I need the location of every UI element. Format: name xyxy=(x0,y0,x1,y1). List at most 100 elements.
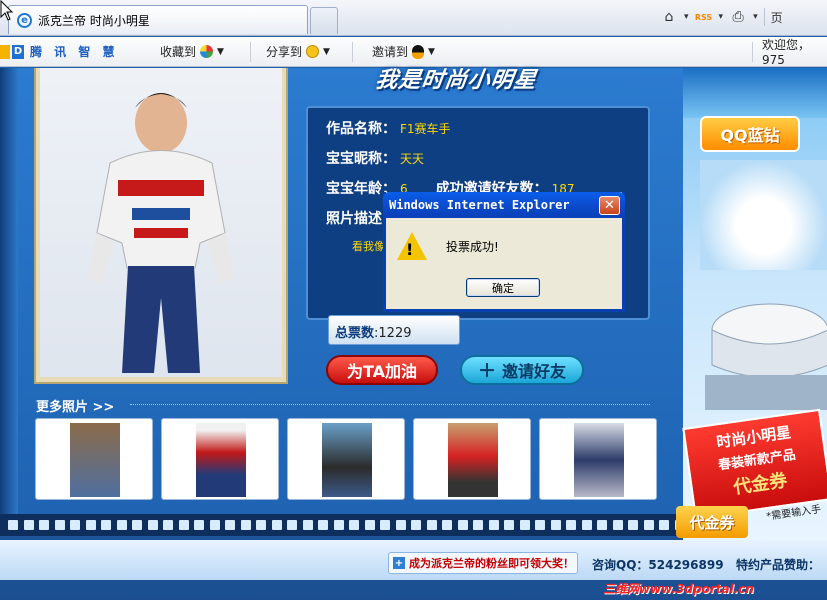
photo-thumbnail[interactable] xyxy=(287,418,405,500)
dialog-ok-button[interactable]: 确定 xyxy=(466,278,540,297)
film-hole xyxy=(457,520,468,530)
collect-to-button[interactable]: 收藏到 ▼ xyxy=(160,43,224,60)
film-hole xyxy=(287,520,297,530)
film-hole xyxy=(659,520,669,530)
cloud-image xyxy=(700,160,827,270)
share-label: 分享到 xyxy=(266,45,303,59)
qq-penguin-icon xyxy=(412,44,425,59)
smiley-icon xyxy=(306,45,320,58)
home-icon[interactable]: ⌂ xyxy=(660,8,678,26)
collect-label: 收藏到 xyxy=(160,45,197,59)
film-hole xyxy=(54,520,65,530)
film-hole xyxy=(101,520,111,530)
film-hole xyxy=(209,520,220,530)
share-to-button[interactable]: 分享到 ▼ xyxy=(266,43,330,60)
votes-label: 总票数 xyxy=(335,326,375,341)
film-hole xyxy=(163,520,173,530)
film-hole xyxy=(581,520,592,530)
film-hole xyxy=(364,520,375,530)
photo-thumbnail[interactable] xyxy=(35,418,153,500)
boat-ad-image xyxy=(683,68,827,118)
tab-title: 派克兰帝 时尚小明星 xyxy=(38,13,150,28)
invite-to-button[interactable]: 邀请到 ▼ xyxy=(372,43,435,60)
toolbar-brand: 腾 讯 智 慧 xyxy=(30,45,119,59)
photo-thumbnail[interactable] xyxy=(161,418,279,500)
film-hole xyxy=(550,520,561,530)
command-bar: ⌂ ▾ RSS ▾ ⎙ ▾ 页 xyxy=(660,6,783,28)
film-hole xyxy=(380,520,390,530)
thumbnail-image xyxy=(196,423,246,497)
thumbnail-image xyxy=(70,423,120,497)
film-hole xyxy=(395,520,406,530)
work-name-value: F1赛车手 xyxy=(400,122,451,136)
feeds-icon[interactable]: RSS xyxy=(695,8,713,26)
dialog-message: 投票成功! xyxy=(446,240,499,254)
film-hole xyxy=(23,520,34,530)
film-hole xyxy=(271,520,282,530)
film-hole xyxy=(628,520,638,530)
invite-friends-button[interactable]: ＋ 邀请好友 xyxy=(460,355,584,385)
print-dropdown-icon[interactable]: ▾ xyxy=(753,12,758,22)
work-name-row: 作品名称： F1赛车手 xyxy=(326,118,451,138)
voucher-button[interactable]: 代金券 xyxy=(676,506,748,538)
film-hole xyxy=(535,520,545,530)
more-photos-link[interactable]: 更多照片 >> xyxy=(36,396,114,415)
film-hole xyxy=(178,520,189,530)
chevron-down-icon: ▼ xyxy=(217,46,224,57)
photo-thumbnail[interactable] xyxy=(539,418,657,500)
divider xyxy=(752,42,753,62)
film-hole xyxy=(597,520,607,530)
film-hole xyxy=(70,520,80,530)
main-photo[interactable] xyxy=(40,68,282,377)
become-fan-button[interactable]: + 成为派克兰帝的粉丝即可领大奖！ xyxy=(388,552,578,574)
invite-label: 邀请到 xyxy=(372,45,409,59)
new-tab-button[interactable] xyxy=(310,7,338,34)
nickname-value: 天天 xyxy=(400,152,425,166)
film-hole xyxy=(318,520,328,530)
browser-tab[interactable]: e 派克兰帝 时尚小明星 xyxy=(8,5,308,34)
vote-button-label: 为TA加油 xyxy=(346,362,418,381)
divider xyxy=(250,42,251,62)
film-hole xyxy=(504,520,514,530)
qq-blue-diamond-button[interactable]: QQ蓝钻 xyxy=(700,116,800,152)
divider xyxy=(352,42,353,62)
logo-block-blue: D xyxy=(12,44,24,59)
film-hole xyxy=(442,520,452,530)
qq-zhihui-logo: D 腾 讯 智 慧 xyxy=(0,43,119,60)
feeds-dropdown-icon[interactable]: ▾ xyxy=(719,12,724,22)
divider xyxy=(130,404,650,405)
home-dropdown-icon[interactable]: ▾ xyxy=(684,12,689,22)
print-icon[interactable]: ⎙ xyxy=(729,8,747,26)
child-in-racing-suit-image xyxy=(87,93,235,373)
film-hole xyxy=(39,520,49,530)
banner-title: 我是时尚小明星 xyxy=(373,68,539,93)
welcome-text: 欢迎您，975 xyxy=(762,38,811,67)
site-watermark: 三维网www.3dportal.cn xyxy=(603,582,754,596)
total-votes: 总票数:1229 xyxy=(328,315,460,345)
ie-icon: e xyxy=(17,12,32,28)
divider xyxy=(763,8,765,26)
film-hole xyxy=(302,520,313,530)
photo-thumbnail[interactable] xyxy=(413,418,531,500)
film-hole xyxy=(643,520,654,530)
colorful-circle-icon xyxy=(200,45,214,58)
film-hole xyxy=(132,520,142,530)
page-menu-label[interactable]: 页 xyxy=(771,9,783,26)
film-hole xyxy=(426,520,437,530)
film-hole xyxy=(488,520,499,530)
dialog-close-button[interactable]: ✕ xyxy=(599,196,620,215)
invite-button-label: 邀请好友 xyxy=(501,362,566,381)
votes-value: :1229 xyxy=(374,326,412,341)
film-hole xyxy=(116,520,127,530)
film-hole xyxy=(8,520,18,530)
desc-text-row: 看我像 xyxy=(348,238,385,254)
chevron-down-icon: ▼ xyxy=(323,46,330,57)
thumbnail-image xyxy=(322,423,372,497)
warning-exclamation: ! xyxy=(406,240,414,259)
vote-button[interactable]: 为TA加油 xyxy=(326,355,438,385)
plus-icon: ＋ xyxy=(477,361,496,382)
film-hole xyxy=(256,520,266,530)
nickname-row: 宝宝昵称： 天天 xyxy=(326,148,424,168)
fan-button-label: 成为派克兰帝的粉丝即可领大奖！ xyxy=(409,557,574,570)
plus-icon: + xyxy=(393,557,405,569)
